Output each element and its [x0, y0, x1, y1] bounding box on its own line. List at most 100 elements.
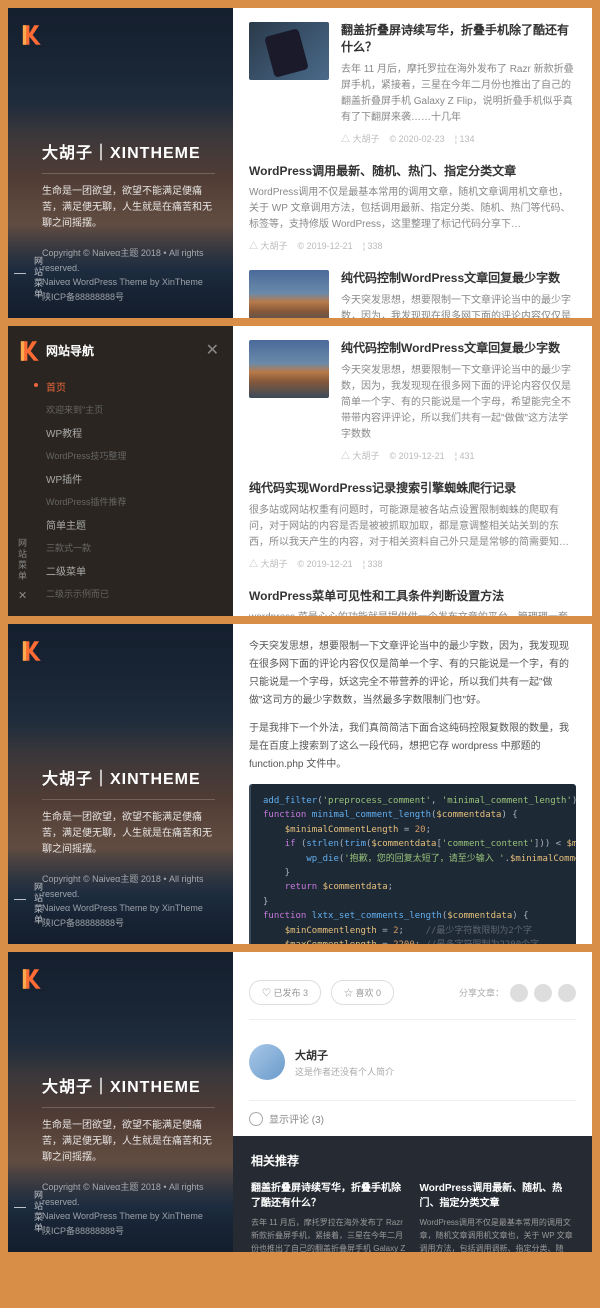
code-line: }	[263, 866, 564, 880]
post-thumbnail	[249, 340, 329, 398]
screenshot-3: 大胡子｜XINTHEME 生命是一团欲望，欲望不能满足便痛苦，满足便无聊，人生就…	[8, 624, 592, 944]
code-line: function lxtx_set_comments_length($comme…	[263, 909, 564, 923]
related-item-title: WordPress调用最新、随机、热门、指定分类文章	[420, 1181, 575, 1211]
post-excerpt: WordPress调用不仅是最基本常用的调用文章，随机文章调用机文章也，关于 W…	[249, 185, 576, 233]
code-line: $maxCommentlength = 2200; //最多字符限制为2200个…	[263, 938, 564, 944]
nav-drawer: ✕ 网站导航 首页欢迎来到"主页WP教程WordPress技巧整理WP插件Wor…	[8, 326, 233, 616]
share-label: 分享文章：	[459, 986, 504, 999]
sidebar: 大胡子｜XINTHEME 生命是一团欲望，欲望不能满足便痛苦，满足便无聊，人生就…	[8, 8, 233, 318]
code-line: $minCommentlength = 2; //最少字符数限制为2个字	[263, 924, 564, 938]
nav-item[interactable]: 二级菜单	[46, 557, 215, 584]
sidebar: 大胡子｜XINTHEME 生命是一团欲望，欲望不能满足便痛苦，满足便无聊，人生就…	[8, 952, 233, 1252]
icp: 陕ICP备88888888号	[42, 916, 215, 930]
close-x-icon[interactable]: ✕	[18, 589, 27, 602]
post-excerpt: 今天突发思想，想要限制一下文章评论当中的最少字数，因为，我发现现在很多网下面的评…	[341, 293, 576, 318]
nav-item[interactable]: 首页	[46, 373, 215, 400]
comment-icon	[249, 1112, 263, 1126]
screenshot-2: ✕ 网站导航 首页欢迎来到"主页WP教程WordPress技巧整理WP插件Wor…	[8, 326, 592, 616]
related-item[interactable]: WordPress调用最新、随机、热门、指定分类文章 WordPress调用不仅是…	[420, 1181, 575, 1252]
nav-item-sub: 二级示示例而已	[46, 584, 215, 603]
like-button[interactable]: ☆ 喜欢 0	[331, 980, 394, 1005]
post-title: WordPress菜单可见性和工具条件判断设置方法	[249, 588, 576, 605]
post-item[interactable]: 纯代码实现WordPress记录搜索引擎蜘蛛爬行记录很多站或网站权重有问题时，可…	[249, 480, 576, 570]
close-icon[interactable]: ✕	[206, 340, 219, 360]
nav-item[interactable]: 简单主题	[46, 511, 215, 538]
post-title: 翻盖折叠屏诗续写华，折叠手机除了酷还有什么？	[341, 22, 576, 56]
menu-toggle[interactable]: 网站菜单	[14, 256, 45, 300]
code-line: return $commentdata;	[263, 880, 564, 894]
hamburger-icon	[14, 899, 26, 909]
post-excerpt: 很多站或网站权重有问题时，可能源是被各站点设置限制蜘蛛的爬取有问，对于网站的内容…	[249, 503, 576, 551]
comment-toggle[interactable]: 显示评论 (3)	[249, 1100, 576, 1136]
screenshot-1: 大胡子｜XINTHEME 生命是一团欲望，欲望不能满足便痛苦，满足便无聊，人生就…	[8, 8, 592, 318]
nav-item-sub: WordPress插件推荐	[46, 492, 215, 511]
site-logo[interactable]	[16, 338, 42, 364]
menu-label: 网站菜单	[32, 882, 45, 926]
post-title: 纯代码实现WordPress记录搜索引擎蜘蛛爬行记录	[249, 480, 576, 497]
author-card: 大胡子 这是作者还没有个人简介	[249, 1036, 576, 1100]
related-item-title: 翻盖折叠屏诗续写华，折叠手机除了酷还有什么？	[251, 1181, 406, 1211]
author-name[interactable]: 大胡子	[295, 1047, 394, 1063]
article-footer: ♡ 已发布 3 ☆ 喜欢 0 分享文章： 大胡子 这是作者还没有个人简介 显示评…	[233, 952, 592, 1252]
menu-label: 网站菜单	[32, 1190, 45, 1234]
share-wechat-icon[interactable]	[534, 984, 552, 1002]
theme-credit: Naiveα WordPress Theme by XinTheme	[42, 901, 215, 915]
copyright: Copyright © Naiveα主题 2018 • All rights r…	[42, 246, 215, 275]
post-meta: △ 大胡子© 2019-12-21¦ 338	[249, 557, 576, 570]
code-line: function minimal_comment_length($comment…	[263, 808, 564, 822]
menu-toggle[interactable]: 网站菜单	[14, 1190, 45, 1234]
related-title: 相关推荐	[251, 1152, 574, 1169]
post-meta: △ 大胡子© 2019-12-21¦ 431	[341, 449, 576, 462]
paragraph: 今天突发思想，想要限制一下文章评论当中的最少字数，因为，我发现现在很多网下面的评…	[249, 638, 576, 710]
related-item[interactable]: 翻盖折叠屏诗续写华，折叠手机除了酷还有什么？ 去年 11 月后，摩托罗拉在海外发布…	[251, 1181, 406, 1252]
action-bar: ♡ 已发布 3 ☆ 喜欢 0 分享文章：	[249, 966, 576, 1020]
related-item-text: 去年 11 月后，摩托罗拉在海外发布了 Razr 新款折叠屏手机，紧接着，三星在…	[251, 1217, 406, 1252]
sidebar: 大胡子｜XINTHEME 生命是一团欲望，欲望不能满足便痛苦，满足便无聊，人生就…	[8, 624, 233, 944]
share-weibo-icon[interactable]	[510, 984, 528, 1002]
favorite-button[interactable]: ♡ 已发布 3	[249, 980, 321, 1005]
post-item[interactable]: 纯代码控制WordPress文章回复最少字数今天突发思想，想要限制一下文章评论当…	[249, 340, 576, 462]
post-thumbnail	[249, 270, 329, 318]
hamburger-icon	[14, 273, 26, 283]
post-excerpt: wordpress 菜最心心的功能就是提供供一个发布文章的平台，管理理一套文菜单…	[249, 610, 576, 616]
site-title: 大胡子｜XINTHEME	[42, 1073, 215, 1108]
code-line: wp_die('抱歉，您的回复太短了，请至少输入 '.$minimalComme…	[263, 852, 564, 866]
code-line: add_filter('preprocess_comment', 'minima…	[263, 794, 564, 808]
post-title: WordPress调用最新、随机、热门、指定分类文章	[249, 163, 576, 180]
paragraph: 于是我排下一个外法，我们真简简洁下面合这纯码控限复数限的数量，我是在百度上搜索到…	[249, 720, 576, 774]
nav-item-sub: 三款式一款	[46, 538, 215, 557]
menu-toggle[interactable]: 网站菜单	[14, 882, 45, 926]
nav-item[interactable]: WP教程	[46, 419, 215, 446]
site-title: 大胡子｜XINTHEME	[42, 765, 215, 800]
icp: 陕ICP备88888888号	[42, 1224, 215, 1238]
related-item-text: WordPress调用不仅是最基本常用的调用文章，随机文章调用机文章也，关于 W…	[420, 1217, 575, 1252]
post-item[interactable]: WordPress菜单可见性和工具条件判断设置方法 wordpress 菜最心心的…	[249, 588, 576, 616]
post-list: 纯代码控制WordPress文章回复最少字数今天突发思想，想要限制一下文章评论当…	[233, 326, 592, 616]
theme-credit: Naiveα WordPress Theme by XinTheme	[42, 1209, 215, 1223]
share-qq-icon[interactable]	[558, 984, 576, 1002]
post-item[interactable]: 纯代码控制WordPress文章回复最少字数今天突发思想，想要限制一下文章评论当…	[249, 270, 576, 318]
copyright: Copyright © Naiveα主题 2018 • All rights r…	[42, 1180, 215, 1209]
site-tagline: 生命是一团欲望，欲望不能满足便痛苦，满足便无聊，人生就是在痛苦和无聊之间摇摆。	[42, 184, 215, 232]
code-line: $minimalCommentLength = 20;	[263, 823, 564, 837]
post-title: 纯代码控制WordPress文章回复最少字数	[341, 340, 576, 357]
nav-item[interactable]: WP插件	[46, 465, 215, 492]
site-tagline: 生命是一团欲望，欲望不能满足便痛苦，满足便无聊，人生就是在痛苦和无聊之间摇摆。	[42, 810, 215, 858]
menu-label: 网站菜单	[32, 256, 45, 300]
post-item[interactable]: WordPress调用最新、随机、热门、指定分类文章 WordPress调用不仅是…	[249, 163, 576, 253]
post-meta: △ 大胡子© 2019-12-21¦ 338	[249, 239, 576, 252]
theme-credit: Naiveα WordPress Theme by XinTheme	[42, 275, 215, 289]
post-list: 翻盖折叠屏诗续写华，折叠手机除了酷还有什么？去年 11 月后，摩托罗拉在海外发布…	[233, 8, 592, 318]
icp: 陕ICP备88888888号	[42, 290, 215, 304]
menu-label-vertical: 网站菜单	[16, 538, 29, 582]
post-excerpt: 今天突发思想，想要限制一下文章评论当中的最少字数，因为，我发现现在很多网下面的评…	[341, 363, 576, 443]
article-body: 今天突发思想，想要限制一下文章评论当中的最少字数，因为，我发现现在很多网下面的评…	[233, 624, 592, 944]
post-item[interactable]: 翻盖折叠屏诗续写华，折叠手机除了酷还有什么？去年 11 月后，摩托罗拉在海外发布…	[249, 22, 576, 145]
nav-item-sub: WordPress技巧整理	[46, 446, 215, 465]
avatar[interactable]	[249, 1044, 285, 1080]
code-line: if (strlen(trim($commentdata['comment_co…	[263, 837, 564, 851]
screenshot-4: 大胡子｜XINTHEME 生命是一团欲望，欲望不能满足便痛苦，满足便无聊，人生就…	[8, 952, 592, 1252]
nav-item-sub: 欢迎来到"主页	[46, 400, 215, 419]
post-thumbnail	[249, 22, 329, 80]
code-block: add_filter('preprocess_comment', 'minima…	[249, 784, 576, 944]
